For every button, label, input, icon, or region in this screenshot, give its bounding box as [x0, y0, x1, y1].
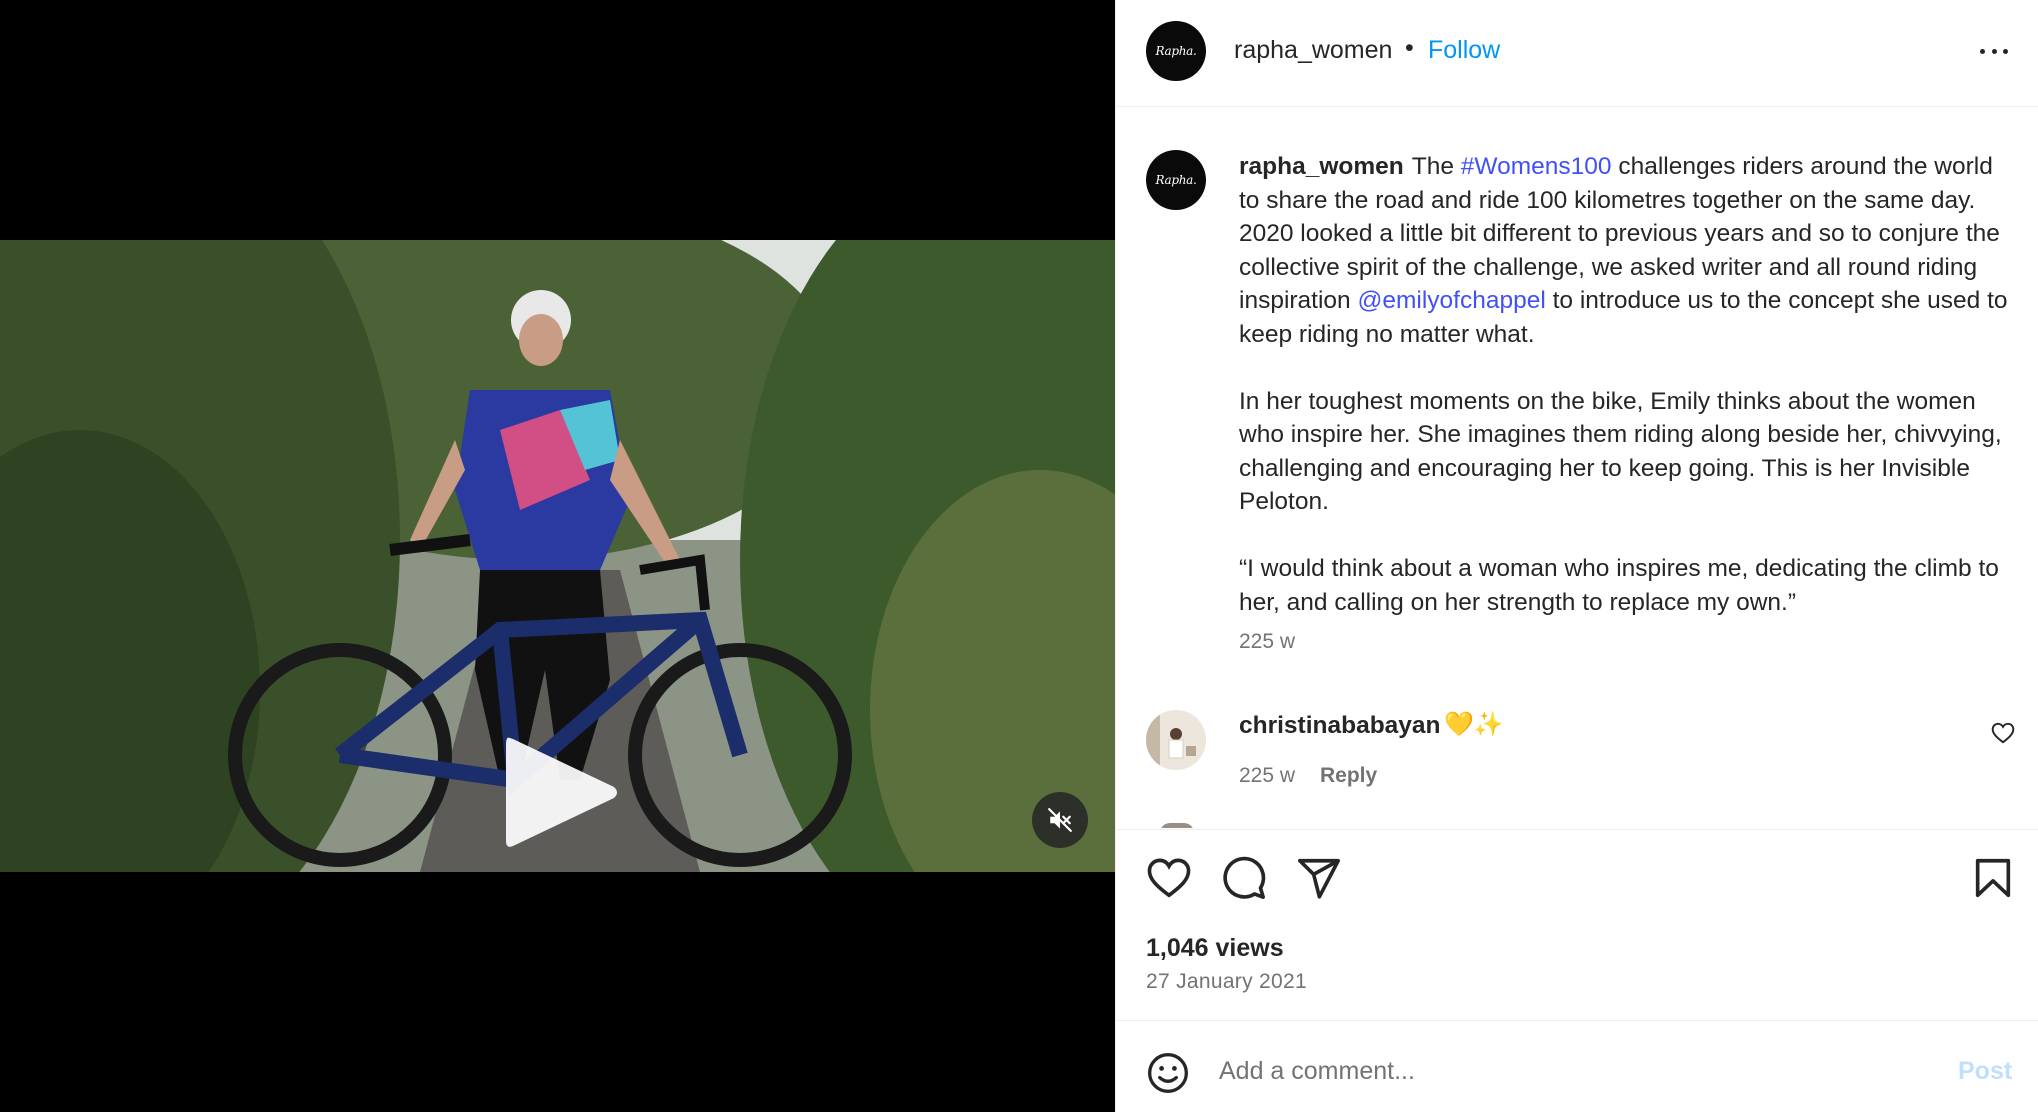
caption-timestamp[interactable]: 225 w	[1239, 630, 1295, 654]
comment-text: 💛✨	[1444, 711, 1504, 738]
hashtag-link[interactable]: #Womens100	[1461, 153, 1612, 180]
video-player[interactable]	[0, 240, 1115, 872]
caption-text: rapha_women The #Womens100 challenges rid…	[1239, 150, 2009, 653]
caption-paragraph: In her toughest moments on the bike, Emi…	[1239, 387, 2002, 516]
media-panel	[0, 0, 1115, 1112]
comments-list[interactable]: Rapha. rapha_women The #Womens100 challen…	[1116, 108, 2038, 828]
comment-input[interactable]	[1219, 1047, 1919, 1095]
post-button[interactable]: Post	[1958, 1057, 2012, 1086]
comment-username[interactable]: christinababayan	[1239, 712, 1441, 740]
caption-username[interactable]: rapha_women	[1239, 153, 1404, 180]
mute-icon	[1048, 808, 1072, 832]
reply-button[interactable]: Reply	[1320, 764, 1377, 788]
play-button[interactable]	[498, 730, 623, 855]
play-icon	[506, 737, 617, 847]
comment-item: christinababayan 💛✨ 225 w Reply	[1116, 700, 2038, 800]
action-bar: 1,046 views 27 January 2021	[1116, 829, 2038, 1019]
caption-quote: “I would think about a woman who inspire…	[1239, 555, 1999, 616]
more-icon[interactable]	[1972, 36, 2016, 66]
comment-icon[interactable]	[1221, 855, 1267, 901]
post-header: Rapha. rapha_women • Follow	[1116, 0, 2038, 107]
heart-icon[interactable]	[1990, 720, 2016, 746]
caption-part: The	[1411, 153, 1461, 180]
avatar[interactable]: Rapha.	[1146, 150, 1206, 210]
share-icon[interactable]	[1296, 855, 1342, 901]
avatar[interactable]	[1146, 710, 1206, 770]
follow-button[interactable]: Follow	[1428, 36, 1500, 65]
heart-icon[interactable]	[1146, 855, 1192, 901]
emoji-icon[interactable]	[1146, 1051, 1190, 1095]
bookmark-icon[interactable]	[1970, 855, 2016, 901]
comment-timestamp[interactable]: 225 w	[1239, 764, 1295, 788]
post-date[interactable]: 27 January 2021	[1146, 970, 1307, 994]
avatar[interactable]: Rapha.	[1146, 21, 1206, 81]
post-username[interactable]: rapha_women	[1234, 36, 1392, 65]
separator-dot: •	[1405, 34, 1414, 62]
mute-button[interactable]	[1032, 792, 1088, 848]
comment-composer: Post	[1116, 1020, 2038, 1112]
view-count[interactable]: 1,046 views	[1146, 934, 1284, 963]
mention-link[interactable]: @emilyofchappel	[1357, 287, 1545, 314]
post-detail-panel: Rapha. rapha_women • Follow Rapha. rapha…	[1115, 0, 2038, 1112]
next-comment-avatar	[1160, 823, 1194, 828]
